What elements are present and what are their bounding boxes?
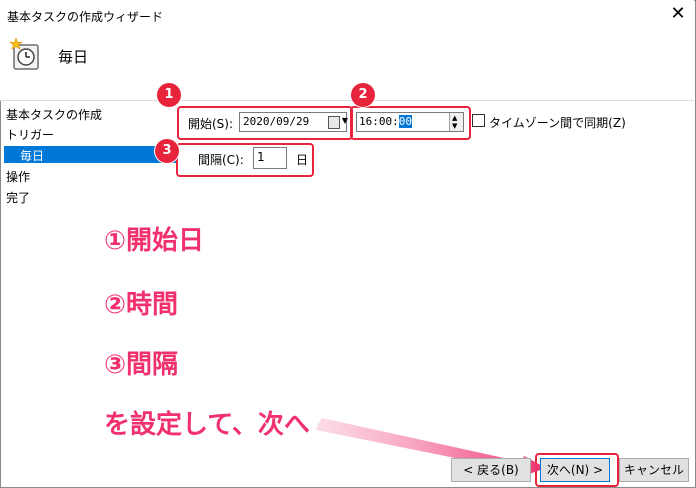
next-button[interactable]: 次へ(N) > [540, 458, 610, 482]
back-button[interactable]: < 戻る(B) [451, 458, 531, 482]
pointer-arrow [316, 418, 546, 478]
cancel-button[interactable]: キャンセル [619, 458, 689, 482]
